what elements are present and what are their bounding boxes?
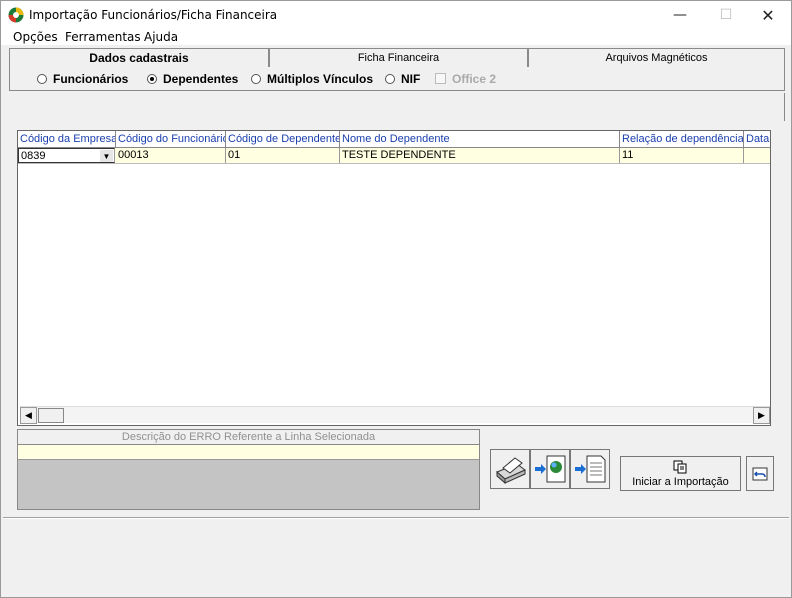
menu-bar: Opções Ferramentas Ajuda xyxy=(1,29,791,45)
copy-icon xyxy=(673,460,687,474)
scroll-thumb[interactable] xyxy=(38,408,64,423)
print-button[interactable] xyxy=(490,449,530,489)
info-strip xyxy=(9,93,785,121)
tab-ficha-financeira[interactable]: Ficha Financeira xyxy=(269,48,528,68)
checkbox-label: Office 2 xyxy=(452,72,497,86)
window-title: Importação Funcionários/Ficha Financeira xyxy=(29,8,278,22)
table-cell[interactable]: 01 xyxy=(226,148,340,163)
table-cell[interactable]: TESTE DEPENDENTE xyxy=(340,148,620,163)
radio-checked-icon xyxy=(147,74,157,84)
radio-label: NIF xyxy=(401,72,421,86)
column-header[interactable]: Data xyxy=(744,131,770,148)
table-row[interactable]: 0839 ▼ 00013 01 TESTE DEPENDENTE 11 xyxy=(18,148,770,164)
tab-dados-cadastrais[interactable]: Dados cadastrais xyxy=(9,48,269,69)
radio-label: Múltiplos Vínculos xyxy=(267,72,374,86)
menu-opcoes[interactable]: Opções xyxy=(13,30,58,44)
table-cell[interactable]: 00013 xyxy=(116,148,226,163)
radio-label: Dependentes xyxy=(163,72,239,86)
scroll-left-icon[interactable]: ◀ xyxy=(20,407,37,424)
radio-circle-icon xyxy=(385,74,395,84)
column-header[interactable]: Nome do Dependente xyxy=(340,131,620,148)
start-import-label: Iniciar a Importação xyxy=(632,476,729,488)
radio-dependentes[interactable]: Dependentes xyxy=(147,72,238,86)
minimize-button[interactable]: — xyxy=(657,1,703,29)
undo-button[interactable] xyxy=(746,456,774,491)
title-bar: Importação Funcionários/Ficha Financeira… xyxy=(1,1,791,29)
error-panel: Descrição do ERRO Referente a Linha Sele… xyxy=(17,429,480,510)
table-cell[interactable] xyxy=(744,148,770,163)
tab-arquivos-magneticos[interactable]: Arquivos Magnéticos xyxy=(528,48,785,68)
close-button[interactable]: ✕ xyxy=(745,1,791,29)
radio-circle-icon xyxy=(251,74,261,84)
error-line xyxy=(18,445,479,460)
start-import-button[interactable]: Iniciar a Importação xyxy=(620,456,741,491)
export-document-icon xyxy=(575,455,606,483)
export-web-icon xyxy=(535,455,566,483)
menu-ferramentas[interactable]: Ferramentas xyxy=(65,30,141,44)
chevron-down-icon[interactable]: ▼ xyxy=(100,150,113,162)
app-icon xyxy=(8,7,24,23)
column-header[interactable]: Relação de dependência xyxy=(620,131,744,148)
export-web-button[interactable] xyxy=(530,449,570,489)
radio-funcionarios[interactable]: Funcionários xyxy=(37,72,128,86)
checkbox-icon xyxy=(435,73,446,84)
undo-icon xyxy=(752,467,768,480)
column-header[interactable]: Código de Dependente xyxy=(226,131,340,148)
maximize-button[interactable]: ☐ xyxy=(703,1,749,29)
grid-header: Código da Empresa Código do Funcionário … xyxy=(18,131,770,148)
main-window: Importação Funcionários/Ficha Financeira… xyxy=(0,0,792,598)
horizontal-scrollbar[interactable]: ◀ ▶ xyxy=(20,406,770,424)
radio-label: Funcionários xyxy=(53,72,129,86)
radio-circle-icon xyxy=(37,74,47,84)
table-cell[interactable]: 11 xyxy=(620,148,744,163)
error-panel-header: Descrição do ERRO Referente a Linha Sele… xyxy=(18,430,479,445)
empresa-combo[interactable]: 0839 ▼ xyxy=(18,148,115,163)
tab-strip: Dados cadastrais Ficha Financeira Arquiv… xyxy=(9,48,785,69)
radio-multiplos-vinculos[interactable]: Múltiplos Vínculos xyxy=(251,72,373,86)
column-header[interactable]: Código do Funcionário xyxy=(116,131,226,148)
cell-value: 0839 xyxy=(21,150,46,162)
column-header[interactable]: Código da Empresa xyxy=(18,131,116,148)
scroll-right-icon[interactable]: ▶ xyxy=(753,407,770,424)
menu-ajuda[interactable]: Ajuda xyxy=(144,30,178,44)
divider xyxy=(3,517,789,519)
radio-nif[interactable]: NIF xyxy=(385,72,420,86)
data-grid[interactable]: Código da Empresa Código do Funcionário … xyxy=(17,130,771,426)
printer-icon xyxy=(496,457,526,485)
checkbox-office2[interactable]: Office 2 xyxy=(435,72,496,86)
export-document-button[interactable] xyxy=(570,449,610,489)
